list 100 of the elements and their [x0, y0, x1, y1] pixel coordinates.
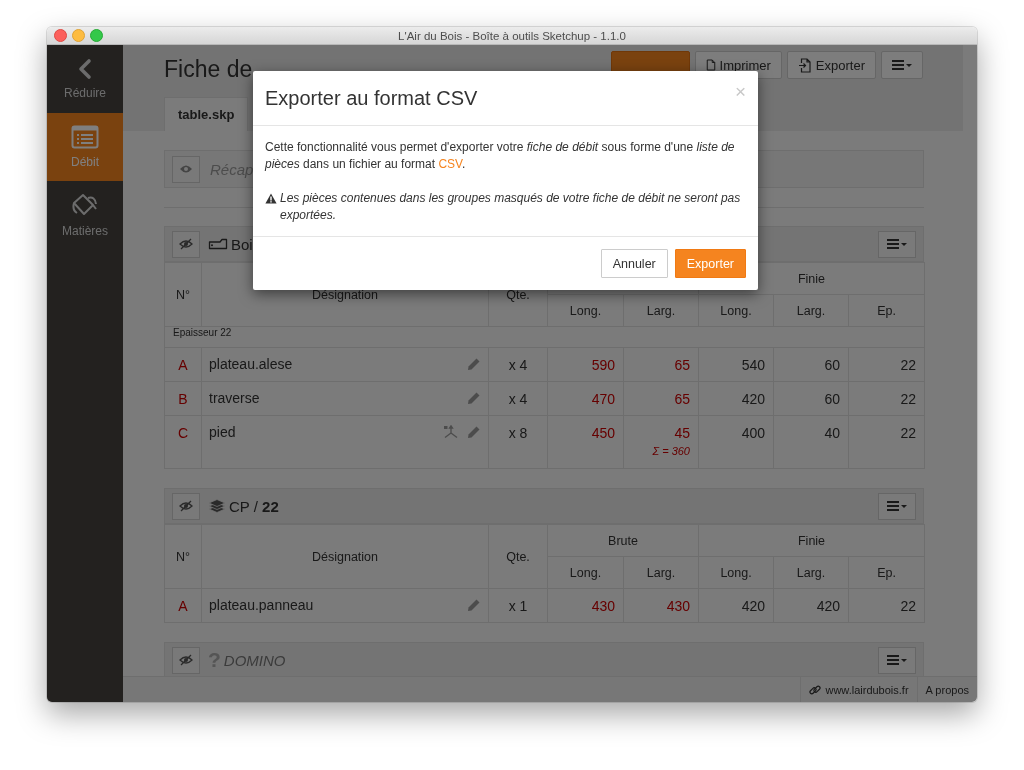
column-header: N° [164, 524, 202, 589]
table-cell: 540 [698, 347, 774, 382]
about-link[interactable]: A propos [916, 677, 977, 702]
dialog-text: Cette fonctionnalité vous permet d'exporter votre fiche de débit sous forme d'une liste de pièces dans un fichier au format CSV. [265, 139, 736, 173]
sum-note: Σ = 360 [651, 445, 690, 457]
table-cell: 65 [674, 391, 690, 407]
window-title: L'Air du Bois - Boîte à outils Sketchup - 1.1.0 [398, 29, 626, 42]
pencil-icon [467, 425, 481, 439]
table-cell: x 4 [488, 347, 548, 382]
column-header: Ep. [848, 556, 925, 589]
column-header: Ep. [848, 294, 925, 327]
export-button[interactable]: Exporter [674, 249, 746, 278]
table-cell: 420 [698, 381, 774, 416]
table-cell: 22 [848, 347, 925, 382]
table-cell: 470 [591, 391, 615, 407]
website-link[interactable]: www.lairdubois.fr [800, 677, 917, 702]
column-header: Larg. [773, 556, 849, 589]
table-cell: 22 [848, 588, 925, 623]
group-title: CP / 22 [229, 497, 279, 515]
table-cell: 40 [773, 415, 849, 469]
question-mark: ? [208, 648, 221, 672]
table-cell-text: plateau.panneau [209, 597, 315, 613]
plank-icon [208, 238, 228, 250]
visibility-toggle[interactable] [172, 646, 200, 674]
table-cell: 45 [674, 425, 690, 441]
pencil-icon [467, 357, 481, 371]
section-label: Epaisseur 22 [164, 326, 925, 348]
eye-slash-icon [179, 654, 193, 666]
sidebar-item[interactable]: Débit [47, 113, 123, 181]
table-cell: 22 [848, 381, 925, 416]
table-cell: x 1 [488, 588, 548, 623]
column-header: Long. [547, 556, 624, 589]
close-window-button[interactable] [54, 29, 67, 42]
dialog-title: Exporter au format CSV [265, 86, 479, 110]
visibility-toggle[interactable] [172, 492, 200, 520]
column-header: Long. [698, 294, 774, 327]
zoom-window-button[interactable] [90, 29, 103, 42]
pencil-icon [467, 598, 481, 612]
group-title: DOMINO [223, 651, 286, 669]
column-header: Désignation [201, 524, 489, 589]
paint-bucket-icon [71, 192, 99, 218]
table-cell: 430 [666, 598, 690, 614]
column-header: Larg. [623, 294, 699, 327]
table-cell: 60 [773, 381, 849, 416]
pencil-icon [467, 391, 481, 405]
table-cell: 450 [591, 425, 615, 441]
page-title: Fiche de [164, 56, 253, 83]
table-cell: 420 [773, 588, 849, 623]
file-tab[interactable]: table.skp [164, 97, 249, 131]
menu-button[interactable] [881, 51, 923, 79]
visibility-toggle[interactable] [172, 155, 200, 183]
table-cell-text: traverse [209, 390, 261, 406]
table-cell: 60 [773, 347, 849, 382]
menu-button[interactable] [878, 230, 916, 258]
warning-icon [265, 193, 277, 204]
column-header: Finie [698, 524, 925, 557]
table-cell: 430 [591, 598, 615, 614]
cancel-button[interactable]: Annuler [600, 249, 668, 278]
menu-icon [887, 500, 907, 512]
table-cell: 65 [674, 357, 690, 373]
menu-icon [892, 59, 912, 71]
column-header: Long. [547, 294, 624, 327]
chevron-left-icon [77, 58, 93, 80]
table-cell: 420 [698, 588, 774, 623]
table-cell: 22 [848, 415, 925, 469]
eye-slash-icon [179, 238, 193, 250]
column-header: Larg. [773, 294, 849, 327]
layers-icon [208, 498, 226, 514]
column-header: Qte. [488, 524, 548, 589]
column-header: Brute [547, 524, 699, 557]
menu-button[interactable] [878, 646, 916, 674]
table-cell-text: pied [209, 424, 237, 440]
table-cell-text: plateau.alese [209, 356, 294, 372]
link-icon [809, 683, 822, 696]
column-header: N° [164, 262, 202, 327]
column-header: Long. [698, 556, 774, 589]
warning-text: Les pièces contenues dans les groupes masqués de votre fiche de débit ne seront pas exportées. [280, 190, 742, 224]
document-icon [705, 59, 716, 71]
menu-button[interactable] [878, 492, 916, 520]
export-button[interactable]: Exporter [786, 51, 876, 79]
export-icon [797, 57, 812, 73]
table-cell: 400 [698, 415, 774, 469]
table-cell: A [164, 347, 202, 382]
minimize-window-button[interactable] [72, 29, 85, 42]
menu-icon [887, 654, 907, 666]
table-cell: A [164, 588, 202, 623]
table-cell: x 8 [488, 415, 548, 469]
table-cell: C [164, 415, 202, 469]
eye-icon [179, 164, 193, 174]
table-cell: 590 [591, 357, 615, 373]
visibility-toggle[interactable] [172, 230, 200, 258]
column-header: Larg. [623, 556, 699, 589]
table-cell: B [164, 381, 202, 416]
sidebar-item[interactable]: Réduire [47, 45, 123, 113]
group-title: Boi [231, 235, 253, 253]
eye-slash-icon [179, 500, 193, 512]
sidebar-item[interactable]: Matières [47, 181, 123, 249]
menu-icon [887, 238, 907, 250]
table-cell: x 4 [488, 381, 548, 416]
csv-link[interactable]: CSV [438, 157, 462, 171]
